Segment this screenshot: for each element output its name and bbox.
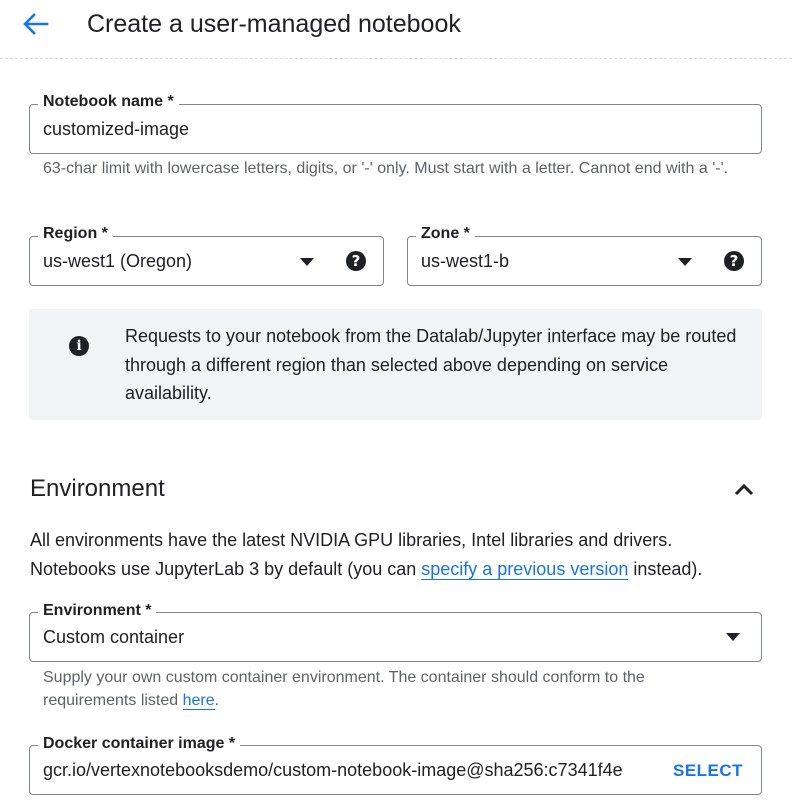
environment-description-line2: Notebooks use JupyterLab 3 by default (y…	[30, 555, 770, 584]
region-label: Region *	[38, 225, 113, 243]
notebook-name-field[interactable]: customized-image	[29, 104, 762, 154]
region-value: us-west1 (Oregon)	[43, 251, 193, 271]
environment-hint-suffix: .	[214, 692, 220, 709]
environment-hint: Supply your own custom container environ…	[43, 666, 733, 712]
environment-description: All environments have the latest NVIDIA …	[30, 526, 770, 583]
region-help-icon[interactable]: ?	[346, 251, 366, 271]
requirements-link[interactable]: here	[182, 692, 215, 710]
notebook-name-label: Notebook name *	[38, 93, 179, 111]
docker-image-input[interactable]: gcr.io/vertexnotebooksdemo/custom-notebo…	[43, 759, 657, 781]
environment-hint-text: Supply your own custom container environ…	[43, 669, 645, 709]
zone-dropdown-icon	[678, 258, 692, 266]
notebook-name-hint: 63-char limit with lowercase letters, di…	[43, 160, 729, 177]
notebook-name-input[interactable]: customized-image	[43, 118, 189, 140]
environment-section-title: Environment	[30, 475, 165, 502]
zone-select[interactable]: us-west1-b ?	[407, 236, 762, 286]
zone-label: Zone *	[416, 225, 475, 243]
header-divider	[0, 58, 792, 59]
chevron-up-icon	[734, 483, 754, 496]
docker-image-label: Docker container image *	[38, 735, 241, 753]
environment-description-line1: All environments have the latest NVIDIA …	[30, 530, 673, 550]
zone-value: us-west1-b	[421, 251, 510, 271]
region-dropdown-icon	[300, 258, 314, 266]
environment-description-prefix: Notebooks use JupyterLab 3 by default (y…	[30, 558, 422, 579]
environment-description-suffix: instead).	[628, 558, 703, 579]
environment-label: Environment *	[38, 602, 157, 620]
environment-value: Custom container	[43, 627, 185, 647]
arrow-back-icon	[23, 13, 49, 35]
page-title: Create a user-managed notebook	[87, 10, 461, 38]
environment-collapse-button[interactable]	[730, 478, 758, 500]
docker-image-select-button[interactable]: SELECT	[673, 761, 743, 781]
page-header: Create a user-managed notebook	[0, 0, 792, 58]
zone-help-icon[interactable]: ?	[724, 251, 744, 271]
environment-dropdown-icon	[726, 633, 740, 641]
region-info-text: Requests to your notebook from the Datal…	[125, 326, 737, 403]
back-button[interactable]	[20, 9, 50, 39]
info-icon: i	[69, 336, 89, 356]
previous-version-link[interactable]: specify a previous version	[421, 558, 629, 580]
region-select[interactable]: us-west1 (Oregon) ?	[29, 236, 384, 286]
